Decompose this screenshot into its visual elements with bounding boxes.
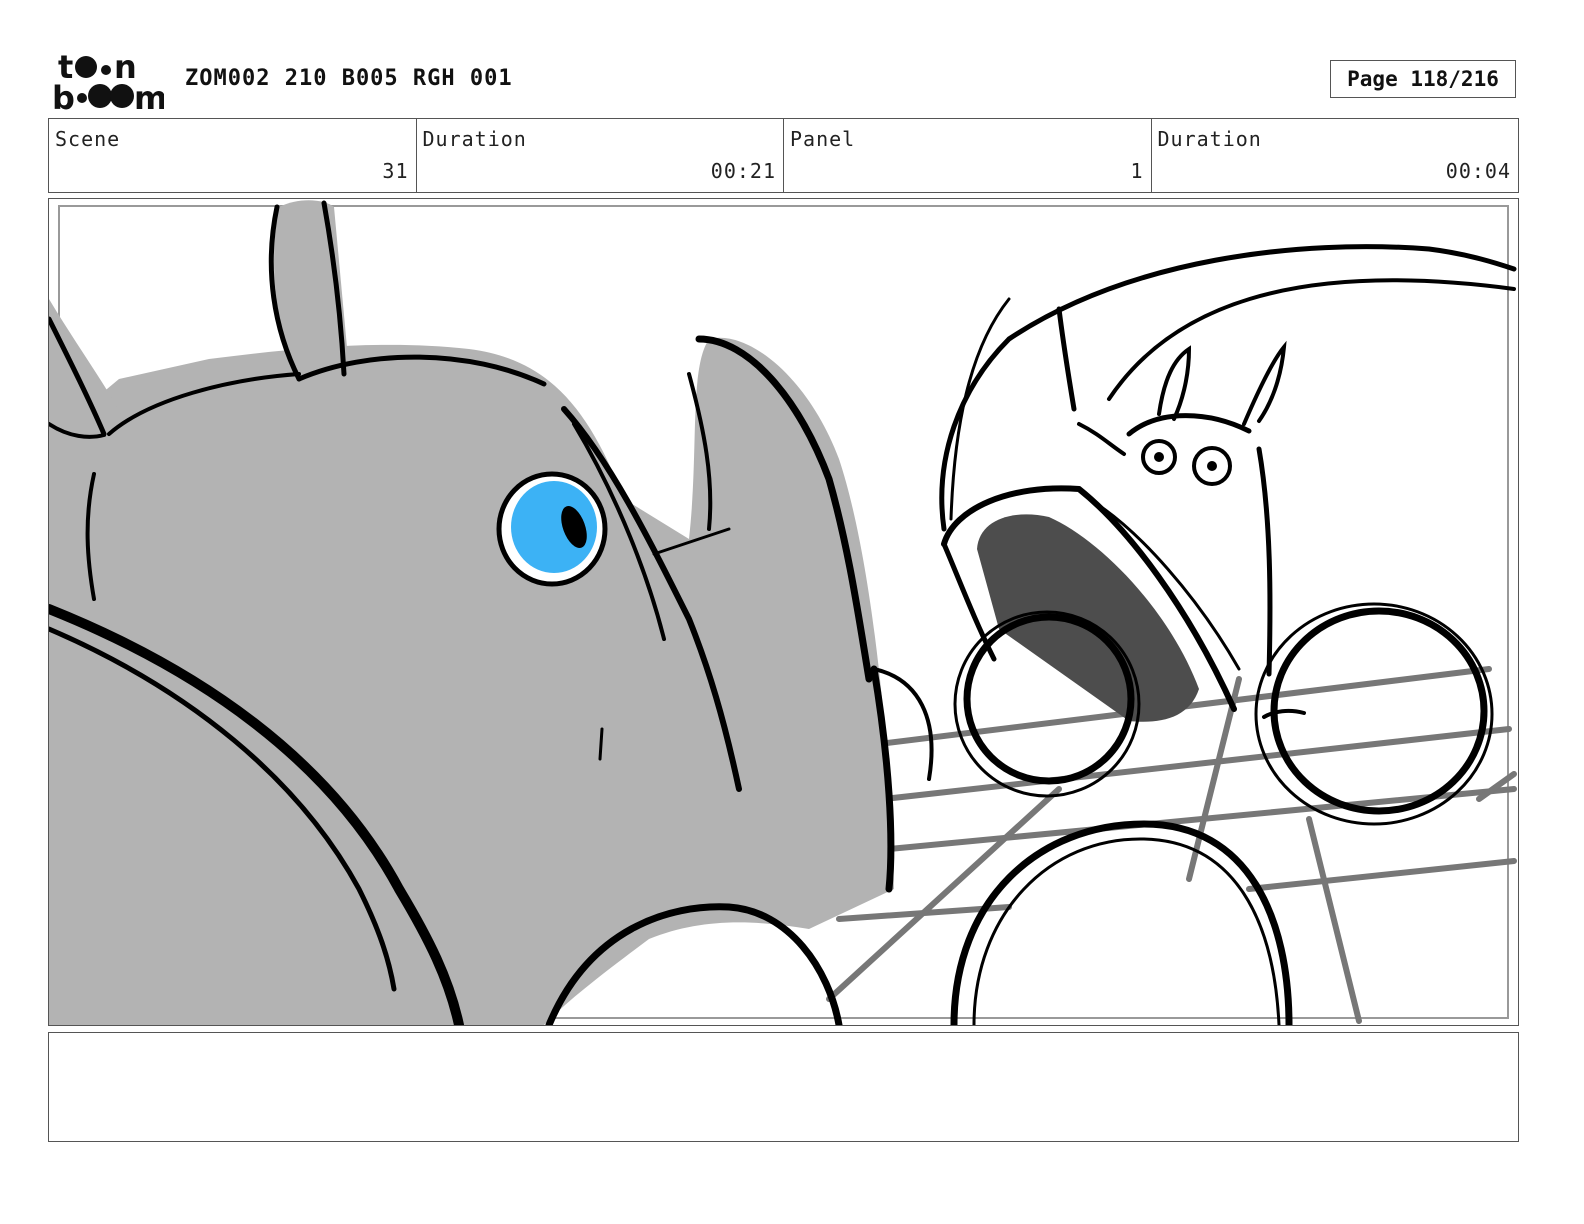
grey-creature [49, 200, 934, 1025]
storyboard-panel [48, 198, 1519, 1026]
svg-text:b: b [52, 79, 75, 112]
page-indicator: Page 118/216 [1330, 60, 1516, 98]
scene-label: Scene [55, 127, 121, 151]
scene-duration-value: 00:21 [710, 159, 776, 183]
floor-grid [826, 666, 1517, 1024]
scene-duration-label: Duration [422, 127, 527, 151]
panel-duration-label: Duration [1157, 127, 1262, 151]
panel-value: 1 [1130, 159, 1144, 183]
scene-cell: Scene 31 [49, 119, 416, 192]
panel-duration-value: 00:04 [1445, 159, 1511, 183]
document-title: ZOM002 210 B005 RGH 001 [185, 66, 513, 91]
svg-text:m: m [134, 79, 164, 112]
white-creature [939, 244, 1517, 722]
panel-label: Panel [790, 127, 856, 151]
panel-notes [48, 1032, 1519, 1142]
scene-duration-cell: Duration 00:21 [415, 119, 784, 192]
panel-drawing [49, 200, 1517, 1025]
toon-boom-logo: t n b m [52, 50, 164, 112]
scene-value: 31 [382, 159, 409, 183]
panel-duration-cell: Duration 00:04 [1150, 119, 1519, 192]
panel-cell: Panel 1 [783, 119, 1151, 192]
info-table: Scene 31 Duration 00:21 Panel 1 Duration… [48, 118, 1519, 193]
